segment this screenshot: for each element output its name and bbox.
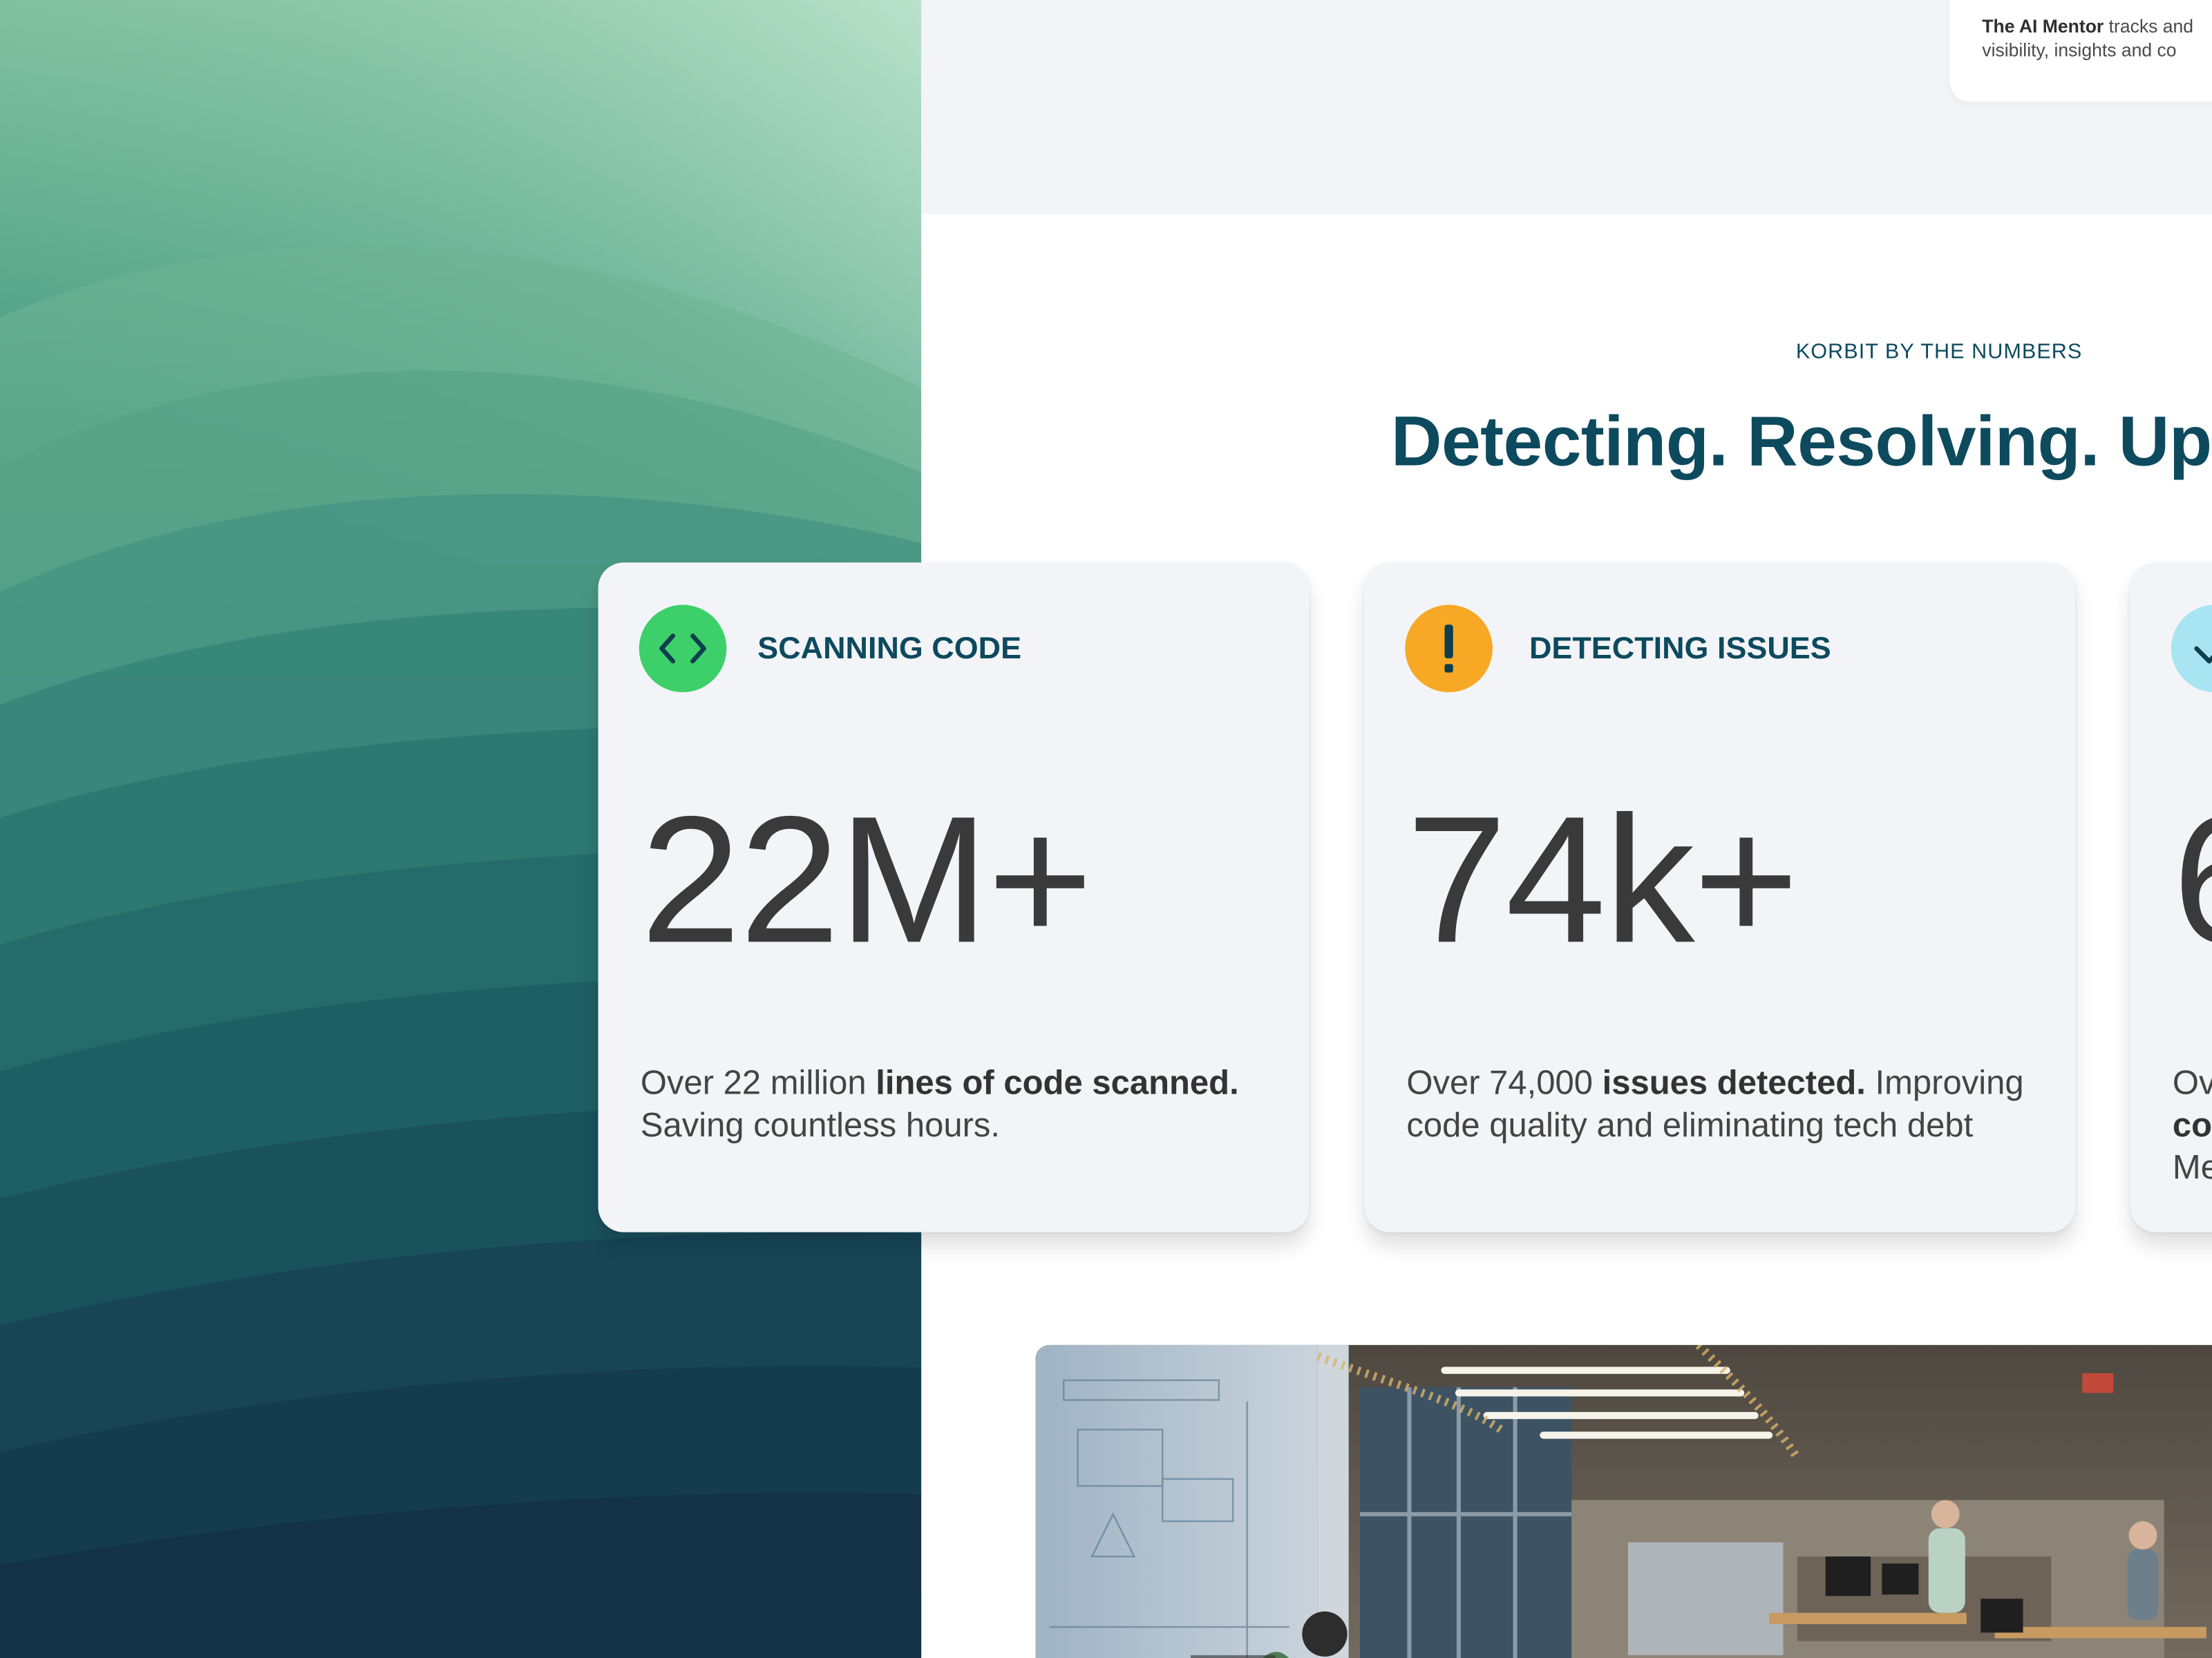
stat-description-line-2: co bbox=[2172, 1107, 2212, 1145]
section-headline: Detecting. Resolving. Ups bbox=[1390, 401, 2212, 481]
stat-description-post: Saving countless hours. bbox=[640, 1107, 1001, 1145]
ai-mentor-bold: The AI Mentor bbox=[1982, 15, 2104, 37]
code-brackets-icon bbox=[639, 604, 727, 693]
stat-description-line-3: Me bbox=[2172, 1149, 2212, 1188]
stat-description-bold: issues detected. bbox=[1602, 1064, 1866, 1103]
stat-description-bold: lines of code scanned. bbox=[876, 1064, 1239, 1103]
ai-mentor-line-2: visibility, insights and co bbox=[1982, 39, 2177, 61]
ai-mentor-text: The AI Mentor tracks and visibility, ins… bbox=[1982, 14, 2212, 61]
stat-number: 22M+ bbox=[640, 779, 1093, 982]
ai-mentor-line-1: The AI Mentor tracks and bbox=[1982, 14, 2212, 38]
office-photo bbox=[1035, 1344, 2212, 1658]
page: The AI Mentor tracks and visibility, ins… bbox=[0, 0, 2212, 1658]
office-photo-graphic bbox=[1035, 1344, 2212, 1658]
stat-number: 74k+ bbox=[1406, 779, 1799, 982]
exclamation-icon bbox=[1405, 604, 1493, 693]
card-title: DETECTING ISSUES bbox=[1529, 630, 1831, 666]
stat-description: Over 22 million lines of code scanned. S… bbox=[641, 1063, 1261, 1147]
stat-description: Ov co Me bbox=[2173, 1063, 2212, 1190]
ai-mentor-line-1-rest: tracks and bbox=[2104, 15, 2194, 37]
stat-number: 6 bbox=[2173, 790, 2212, 971]
stat-description-pre: Over 74,000 bbox=[1406, 1064, 1603, 1103]
stat-card-third: 6 Ov co Me bbox=[2130, 562, 2212, 1232]
section-eyebrow: KORBIT BY THE NUMBERS bbox=[1795, 339, 2083, 364]
stat-card-detecting-issues: DETECTING ISSUES 74k+ Over 74,000 issues… bbox=[1364, 562, 2076, 1232]
stat-description-line-1: Ov bbox=[2172, 1064, 2212, 1103]
check-icon bbox=[2171, 604, 2212, 693]
stat-card-scanning-code: SCANNING CODE 22M+ Over 22 million lines… bbox=[598, 562, 1310, 1232]
stat-description: Over 74,000 issues detected. Improving c… bbox=[1406, 1063, 2027, 1147]
stat-description-pre: Over 22 million bbox=[640, 1064, 876, 1103]
card-title: SCANNING CODE bbox=[757, 630, 1022, 666]
